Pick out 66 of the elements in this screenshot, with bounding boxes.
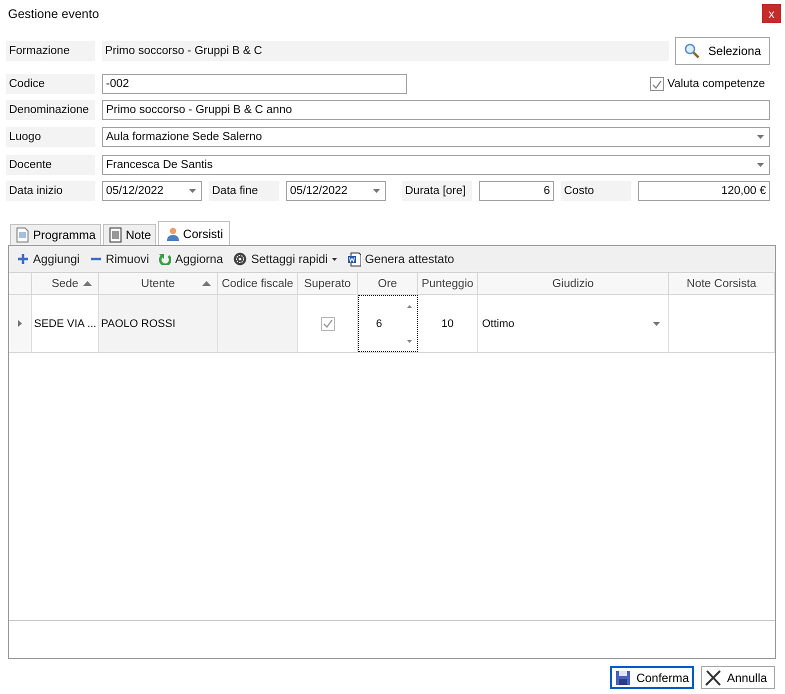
dropdown-arrow-icon [653, 322, 660, 326]
tab[interactable]: Note [102, 224, 156, 245]
checkbox[interactable]: Valuta competenze [650, 77, 765, 91]
field-label: Docente [6, 155, 95, 175]
document-icon [15, 227, 31, 243]
dropdown-field[interactable]: Ottimo [478, 295, 669, 352]
field-label: Data inizio [6, 181, 95, 201]
column-header[interactable]: Note Corsista [669, 273, 775, 295]
toolbar-button[interactable]: Settaggi rapidi [229, 252, 341, 266]
field-label: Formazione [6, 41, 95, 61]
close-button[interactable]: x [762, 4, 781, 23]
dropdown-arrow-icon [373, 189, 380, 193]
dropdown-field[interactable]: Aula formazione Sede Salerno [102, 127, 770, 147]
dropdown-field[interactable]: 05/12/2022 [286, 181, 386, 201]
field-label: Denominazione [6, 100, 95, 120]
input-field[interactable]: 120,00 € [638, 181, 770, 201]
dropdown-field[interactable]: Francesca De Santis [102, 155, 770, 175]
dropdown-arrow-icon [757, 135, 764, 139]
column-header[interactable]: Punteggio [418, 273, 478, 295]
row-pointer-icon [18, 320, 22, 327]
dropdown-arrow-icon [757, 163, 764, 167]
cancel-button[interactable]: Annulla [701, 666, 775, 689]
refresh-icon [159, 253, 172, 265]
toolbar-button[interactable]: Genera attestato [342, 252, 458, 266]
sort-arrow-icon [202, 281, 211, 286]
gear-icon [233, 252, 248, 266]
check-icon [322, 319, 332, 328]
dropdown-arrow-icon [189, 189, 196, 193]
word-document-icon [346, 252, 361, 266]
search-icon [684, 43, 700, 59]
column-header[interactable]: Sede [32, 273, 99, 295]
table-cell: PAOLO ROSSI [99, 295, 218, 352]
dropdown-field[interactable]: 05/12/2022 [102, 181, 202, 201]
field-label: Data fine [209, 181, 279, 201]
plus-icon [17, 253, 29, 265]
notepad-icon [108, 227, 124, 243]
column-header[interactable]: Giudizio [478, 273, 669, 295]
window-title: Gestione evento [8, 7, 100, 21]
spin-arrows-icon [407, 304, 412, 344]
tab[interactable]: Corsisti [158, 221, 230, 245]
table-cell: 10 [418, 295, 478, 352]
dropdown-arrow-icon [332, 258, 337, 260]
sort-arrow-icon [83, 281, 92, 286]
field-label: Luogo [6, 127, 95, 147]
toolbar-button[interactable]: Aggiungi [13, 252, 84, 266]
toolbar-button[interactable]: Aggiorna [155, 252, 228, 266]
field-label: Costo [561, 181, 631, 201]
confirm-button[interactable]: Conferma [610, 666, 694, 689]
field-label: Durata [ore] [402, 181, 472, 201]
input-field[interactable]: Primo soccorso - Gruppi B & C anno [102, 100, 770, 120]
column-header[interactable]: Codice fiscale [218, 273, 298, 295]
x-mark-icon [705, 670, 722, 686]
field-label: Codice [6, 74, 95, 94]
toolbar-button[interactable]: Rimuovi [86, 252, 154, 266]
tab[interactable]: Programma [10, 224, 101, 245]
checkbox[interactable] [320, 316, 334, 330]
column-header[interactable]: Utente [99, 273, 218, 295]
field-value: Primo soccorso - Gruppi B & C [102, 41, 670, 61]
input-field[interactable]: 6 [479, 181, 554, 201]
check-icon [652, 80, 662, 88]
spin-field[interactable]: 6 [358, 295, 418, 352]
column-header[interactable]: Ore [358, 273, 418, 295]
select-button[interactable]: Seleziona [675, 37, 770, 65]
person-icon [165, 226, 182, 242]
column-header[interactable]: Superato [298, 273, 358, 295]
input-field[interactable]: -002 [102, 74, 407, 94]
